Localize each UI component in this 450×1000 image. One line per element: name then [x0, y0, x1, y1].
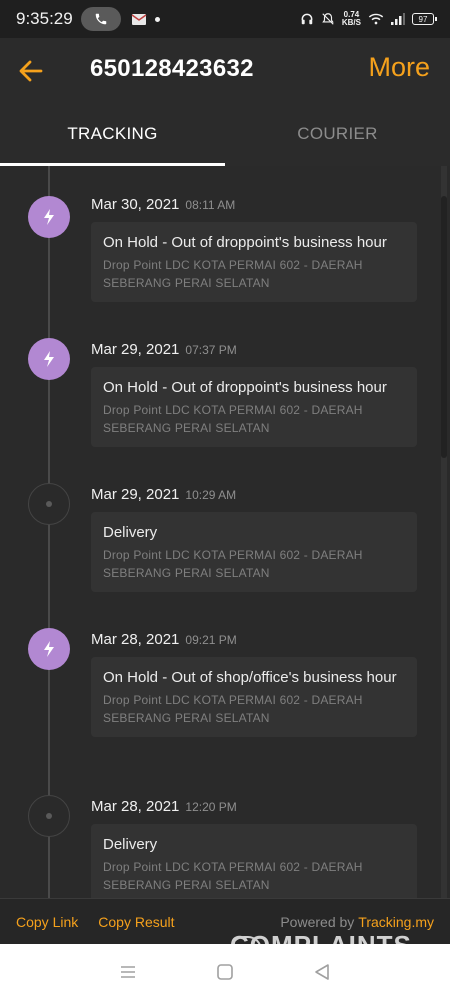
event-status: On Hold - Out of droppoint's business ho… — [103, 379, 387, 396]
app-header: 650128423632 More — [0, 38, 450, 102]
tab-bar: TRACKING COURIER — [0, 102, 450, 166]
system-navigation-bar — [0, 944, 450, 1000]
event-status: On Hold - Out of droppoint's business ho… — [103, 234, 387, 251]
event-location: Drop Point LDC KOTA PERMAI 602 - DAERAH … — [103, 548, 363, 580]
dot-icon — [28, 483, 70, 525]
more-button[interactable]: More — [368, 52, 430, 83]
notification-dot-icon — [154, 16, 160, 22]
event-card: Delivery Drop Point LDC KOTA PERMAI 602 … — [91, 512, 417, 592]
event-time: 09:21 PM — [185, 633, 237, 647]
event-card: Delivery Drop Point LDC KOTA PERMAI 602 … — [91, 824, 417, 898]
event-date: Mar 30, 2021 08:11 AM — [91, 196, 235, 213]
mute-bell-icon — [322, 13, 334, 25]
ongoing-call-pill[interactable] — [80, 7, 121, 31]
mail-notification-icon — [131, 12, 147, 26]
wifi-icon — [368, 13, 384, 25]
battery-icon: 97 — [412, 13, 437, 25]
back-triangle-icon — [314, 964, 329, 980]
event-status: Delivery — [103, 836, 158, 853]
event-date-text: Mar 29, 2021 — [91, 341, 180, 358]
powered-by-label: Powered by — [280, 913, 355, 930]
back-button[interactable] — [16, 56, 46, 86]
event-card: On Hold - Out of droppoint's business ho… — [91, 367, 417, 447]
tracking-timeline-list[interactable]: Mar 30, 2021 08:11 AM On Hold - Out of dr… — [0, 166, 450, 898]
event-time: 12:20 PM — [185, 800, 237, 814]
event-location: Drop Point LDC KOTA PERMAI 602 - DAERAH … — [103, 258, 363, 290]
event-location: Drop Point LDC KOTA PERMAI 602 - DAERAH … — [103, 860, 363, 892]
tracking-number-title: 650128423632 — [90, 55, 254, 82]
home-square-icon — [217, 964, 233, 980]
timeline-line — [48, 166, 50, 898]
event-time: 10:29 AM — [185, 488, 237, 502]
dot-icon — [28, 795, 70, 837]
event-card: On Hold - Out of droppoint's business ho… — [91, 222, 417, 302]
event-card: On Hold - Out of shop/office's business … — [91, 657, 417, 737]
event-date: Mar 29, 2021 07:37 PM — [91, 341, 237, 358]
network-speed: 0.74 KB/S — [342, 11, 361, 27]
status-time: 9:35:29 — [16, 9, 73, 28]
event-date: Mar 28, 2021 09:21 PM — [91, 631, 237, 648]
event-date-text: Mar 29, 2021 — [91, 486, 180, 503]
tracking-my-link[interactable]: Tracking.my — [358, 914, 434, 930]
phone-icon — [95, 13, 106, 25]
copy-result-button[interactable]: Copy Result — [98, 914, 174, 930]
back-nav-button[interactable] — [310, 960, 334, 984]
event-date: Mar 28, 2021 12:20 PM — [91, 798, 237, 815]
event-time: 08:11 AM — [185, 198, 236, 212]
lightning-icon — [28, 628, 70, 670]
event-location: Drop Point LDC KOTA PERMAI 602 - DAERAH … — [103, 403, 363, 435]
menu-button[interactable] — [116, 960, 140, 984]
event-time: 07:37 PM — [185, 343, 237, 357]
home-button[interactable] — [213, 960, 237, 984]
event-status: On Hold - Out of shop/office's business … — [103, 669, 397, 686]
headphones-icon — [301, 13, 313, 25]
lightning-icon — [28, 338, 70, 380]
status-bar: 9:35:29 0.74 KB/S 97 — [0, 0, 450, 38]
event-location: Drop Point LDC KOTA PERMAI 602 - DAERAH … — [103, 693, 363, 725]
event-date: Mar 29, 2021 10:29 AM — [91, 486, 236, 503]
signal-icon — [391, 13, 405, 25]
scrollbar-thumb[interactable] — [441, 196, 447, 458]
menu-icon — [121, 966, 136, 978]
event-date-text: Mar 28, 2021 — [91, 798, 180, 815]
arrow-left-icon — [19, 60, 43, 82]
copy-link-button[interactable]: Copy Link — [16, 914, 78, 930]
battery-level: 97 — [418, 14, 428, 24]
network-speed-unit: KB/S — [341, 18, 361, 27]
tab-courier[interactable]: COURIER — [225, 102, 450, 166]
event-date-text: Mar 28, 2021 — [91, 631, 180, 648]
lightning-icon — [28, 196, 70, 238]
powered-by-text: Powered by Tracking.my — [280, 914, 434, 930]
event-status: Delivery — [103, 524, 158, 541]
event-date-text: Mar 30, 2021 — [91, 196, 180, 213]
tab-tracking[interactable]: TRACKING — [0, 102, 225, 166]
